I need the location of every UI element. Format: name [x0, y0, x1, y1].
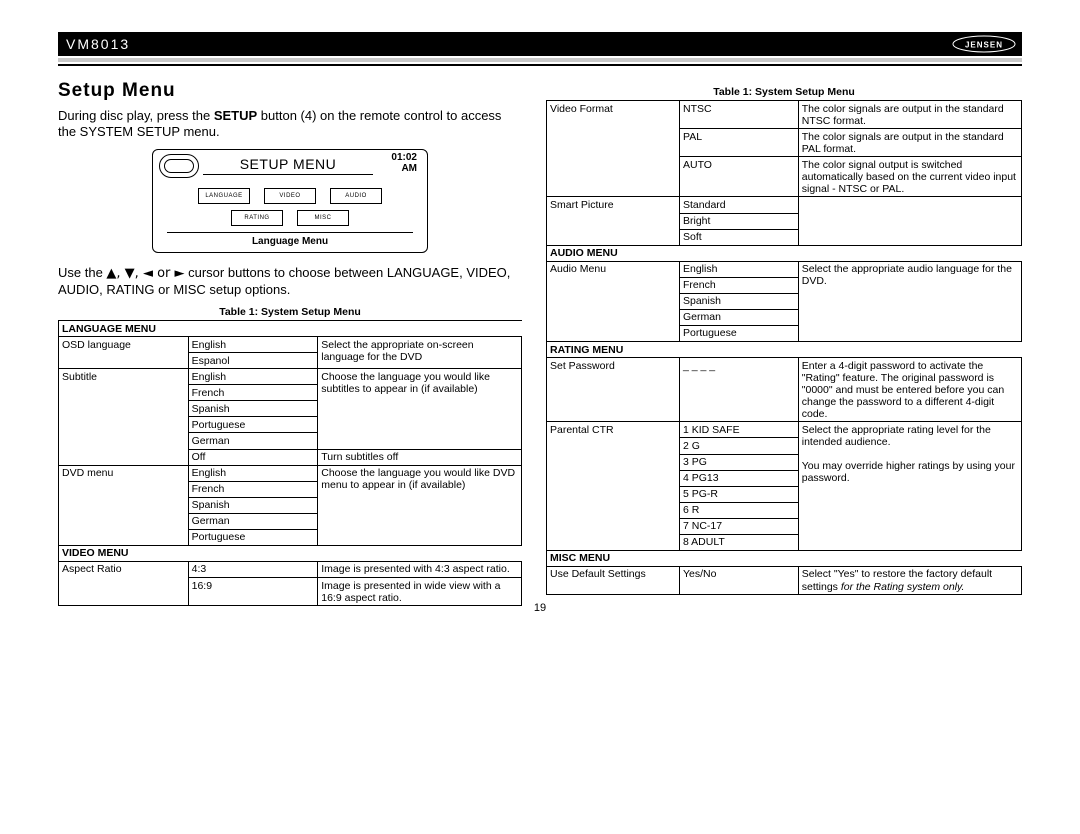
left-table: LANGUAGE MENU OSD language English Selec…	[58, 320, 522, 606]
header-divider-gray	[58, 58, 1022, 62]
section-title: Setup Menu	[58, 80, 522, 102]
tab-audio[interactable]: AUDIO	[330, 188, 382, 204]
screen-sublabel: Language Menu	[167, 232, 413, 250]
right-table: Video Format NTSC The color signals are …	[546, 100, 1022, 595]
rating-menu-header: RATING MENU	[547, 342, 1022, 358]
video-menu-header: VIDEO MENU	[59, 545, 522, 561]
tab-misc[interactable]: MISC	[297, 210, 349, 226]
tab-language[interactable]: LANGUAGE	[198, 188, 250, 204]
cursor-instructions: Use the ▲, ▼, ◄ or ► cursor buttons to c…	[58, 265, 522, 299]
header-divider-black	[58, 64, 1022, 66]
left-table-caption: Table 1: System Setup Menu	[58, 306, 522, 318]
disc-icon	[159, 154, 199, 178]
audio-menu-header: AUDIO MENU	[547, 245, 1022, 261]
page-number: 19	[58, 602, 1022, 614]
tab-video[interactable]: VIDEO	[264, 188, 316, 204]
tab-rating[interactable]: RATING	[231, 210, 283, 226]
svg-text:JENSEN: JENSEN	[965, 41, 1003, 50]
model-number: VM8013	[66, 36, 130, 52]
tab-row-1: LANGUAGE VIDEO AUDIO	[167, 188, 413, 204]
misc-menu-header: MISC MENU	[547, 550, 1022, 566]
setup-screen-mock: SETUP MENU 01:02 AM LANGUAGE VIDEO AUDIO	[152, 149, 428, 253]
header-bar: VM8013 JENSEN	[58, 32, 1022, 56]
manual-page: VM8013 JENSEN Setup Menu During disc pla…	[58, 32, 1022, 606]
right-table-caption: Table 1: System Setup Menu	[546, 86, 1022, 98]
brand-logo: JENSEN	[952, 35, 1016, 53]
screen-title: SETUP MENU	[203, 156, 373, 175]
screen-clock: 01:02 AM	[391, 152, 417, 174]
intro-paragraph: During disc play, press the SETUP button…	[58, 108, 522, 141]
tab-row-2: RATING MISC	[167, 210, 413, 226]
language-menu-header: LANGUAGE MENU	[59, 321, 522, 337]
